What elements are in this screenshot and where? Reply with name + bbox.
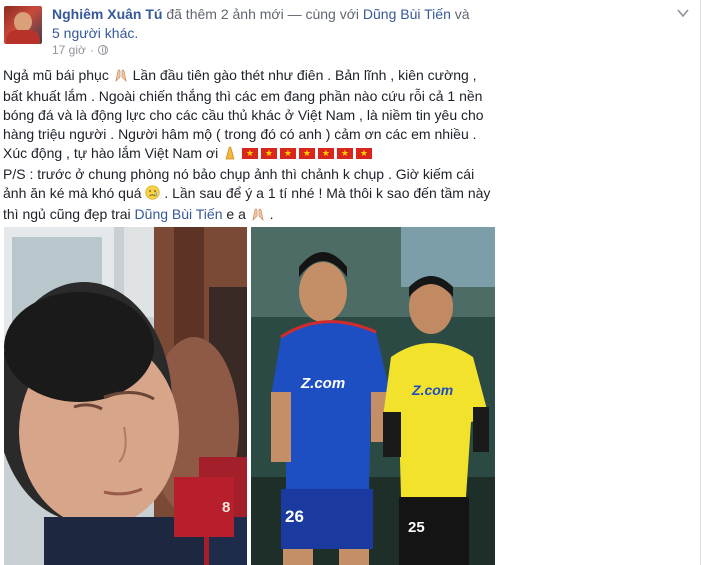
- tagged-friend-inline-link[interactable]: Dũng Bùi Tiến: [135, 206, 223, 222]
- jersey-brand-left-text: Z.com: [301, 375, 346, 392]
- jersey-number-text: 8: [222, 499, 231, 516]
- jersey-number-right-text: 25: [408, 519, 425, 536]
- post-line: thì ngủ cũng đẹp trai Dũng Bùi Tiến e a …: [3, 205, 693, 226]
- pray-hands-icon: [250, 207, 266, 226]
- avatar-shirt: [6, 30, 40, 44]
- vietnam-flag-icon: [241, 145, 258, 161]
- post-timestamp[interactable]: 17 giờ: [52, 43, 86, 57]
- post-line: hàng triệu người . Người hâm mộ ( trong …: [3, 126, 477, 142]
- post-photo-1[interactable]: 8: [4, 227, 247, 565]
- post-line: P/S : trước ở chung phòng nó bảo chụp ản…: [3, 166, 475, 182]
- vietnam-flag-icon: [355, 145, 372, 161]
- post-line: bất khuất lắm . Ngoài chiến thắng thì cá…: [3, 88, 483, 104]
- post-photo-2[interactable]: Z.com 26 Z.com 25: [251, 227, 495, 565]
- avatar-face: [14, 12, 32, 32]
- globe-icon[interactable]: [97, 45, 108, 55]
- post-line: bóng đá và là động lực cho các cầu thủ k…: [3, 107, 484, 123]
- post-line: Xúc động , tự hào lắm Việt Nam ơi: [3, 144, 693, 165]
- vietnam-flag-icon: [298, 145, 315, 161]
- post-header: Nghiêm Xuân Tú đã thêm 2 ảnh mới — cùng …: [52, 5, 672, 43]
- author-avatar[interactable]: [4, 6, 42, 44]
- post-body: Ngả mũ bái phục Lần đầu tiên gào thét nh…: [3, 66, 693, 226]
- vietnam-flag-icon: [336, 145, 353, 161]
- pray-hands-icon: [113, 68, 129, 87]
- sad-face-icon: [145, 185, 161, 205]
- post-action-text: đã thêm 2 ảnh mới — cùng với: [166, 6, 360, 22]
- chevron-down-icon[interactable]: [676, 6, 690, 20]
- vietnam-flag-icon: [317, 145, 334, 161]
- others-link[interactable]: 5 người khác.: [52, 25, 138, 41]
- folded-hands-icon: [222, 146, 238, 165]
- vietnam-flag-icon: [260, 145, 277, 161]
- jersey-brand-right-text: Z.com: [412, 382, 454, 398]
- post-line: Ngả mũ bái phục Lần đầu tiên gào thét nh…: [3, 66, 693, 87]
- post-meta: 17 giờ ·: [52, 43, 108, 57]
- post-line: ảnh ăn ké mà khó quá . Lần sau để ý a 1 …: [3, 184, 693, 205]
- feed-post-card: Nghiêm Xuân Tú đã thêm 2 ảnh mới — cùng …: [0, 0, 701, 565]
- author-name-link[interactable]: Nghiêm Xuân Tú: [52, 6, 162, 22]
- sleeping-man-photo: [4, 227, 247, 565]
- tagged-friend-link[interactable]: Dũng Bùi Tiến: [363, 6, 451, 22]
- vietnam-flag-icon: [279, 145, 296, 161]
- jersey-number-left-text: 26: [285, 507, 304, 526]
- and-text: và: [454, 6, 470, 22]
